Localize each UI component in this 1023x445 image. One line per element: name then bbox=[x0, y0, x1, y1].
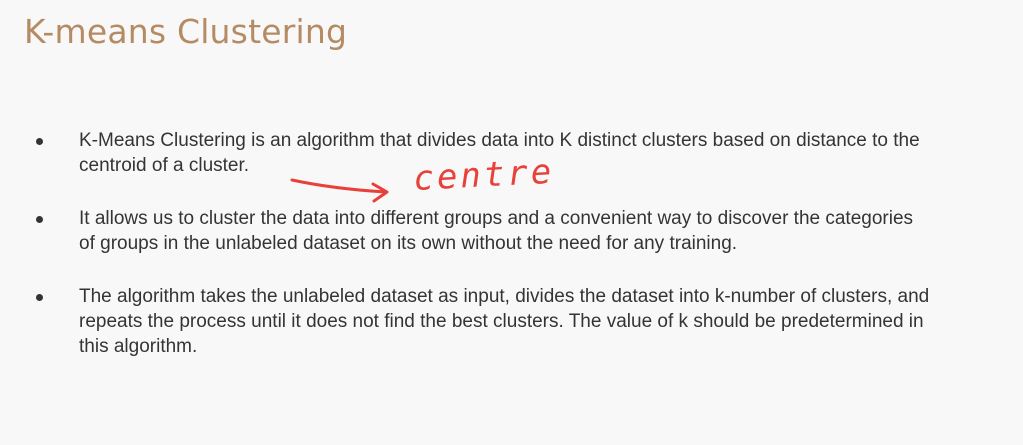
bullet-text: The algorithm takes the unlabeled datase… bbox=[79, 286, 930, 357]
bullet-dot-icon bbox=[36, 216, 43, 223]
bullet-list: K-Means Clustering is an algorithm that … bbox=[34, 128, 934, 359]
bullet-text: It allows us to cluster the data into di… bbox=[79, 208, 914, 254]
bullet-dot-icon bbox=[36, 138, 43, 145]
slide: K-means Clustering K-Means Clustering is… bbox=[0, 0, 1023, 445]
bullet-text: K-Means Clustering is an algorithm that … bbox=[79, 130, 920, 176]
list-item: The algorithm takes the unlabeled datase… bbox=[34, 284, 934, 359]
list-item: K-Means Clustering is an algorithm that … bbox=[34, 128, 934, 178]
list-item: It allows us to cluster the data into di… bbox=[34, 206, 934, 256]
bullet-dot-icon bbox=[36, 294, 43, 301]
slide-title: K-means Clustering bbox=[24, 12, 348, 51]
